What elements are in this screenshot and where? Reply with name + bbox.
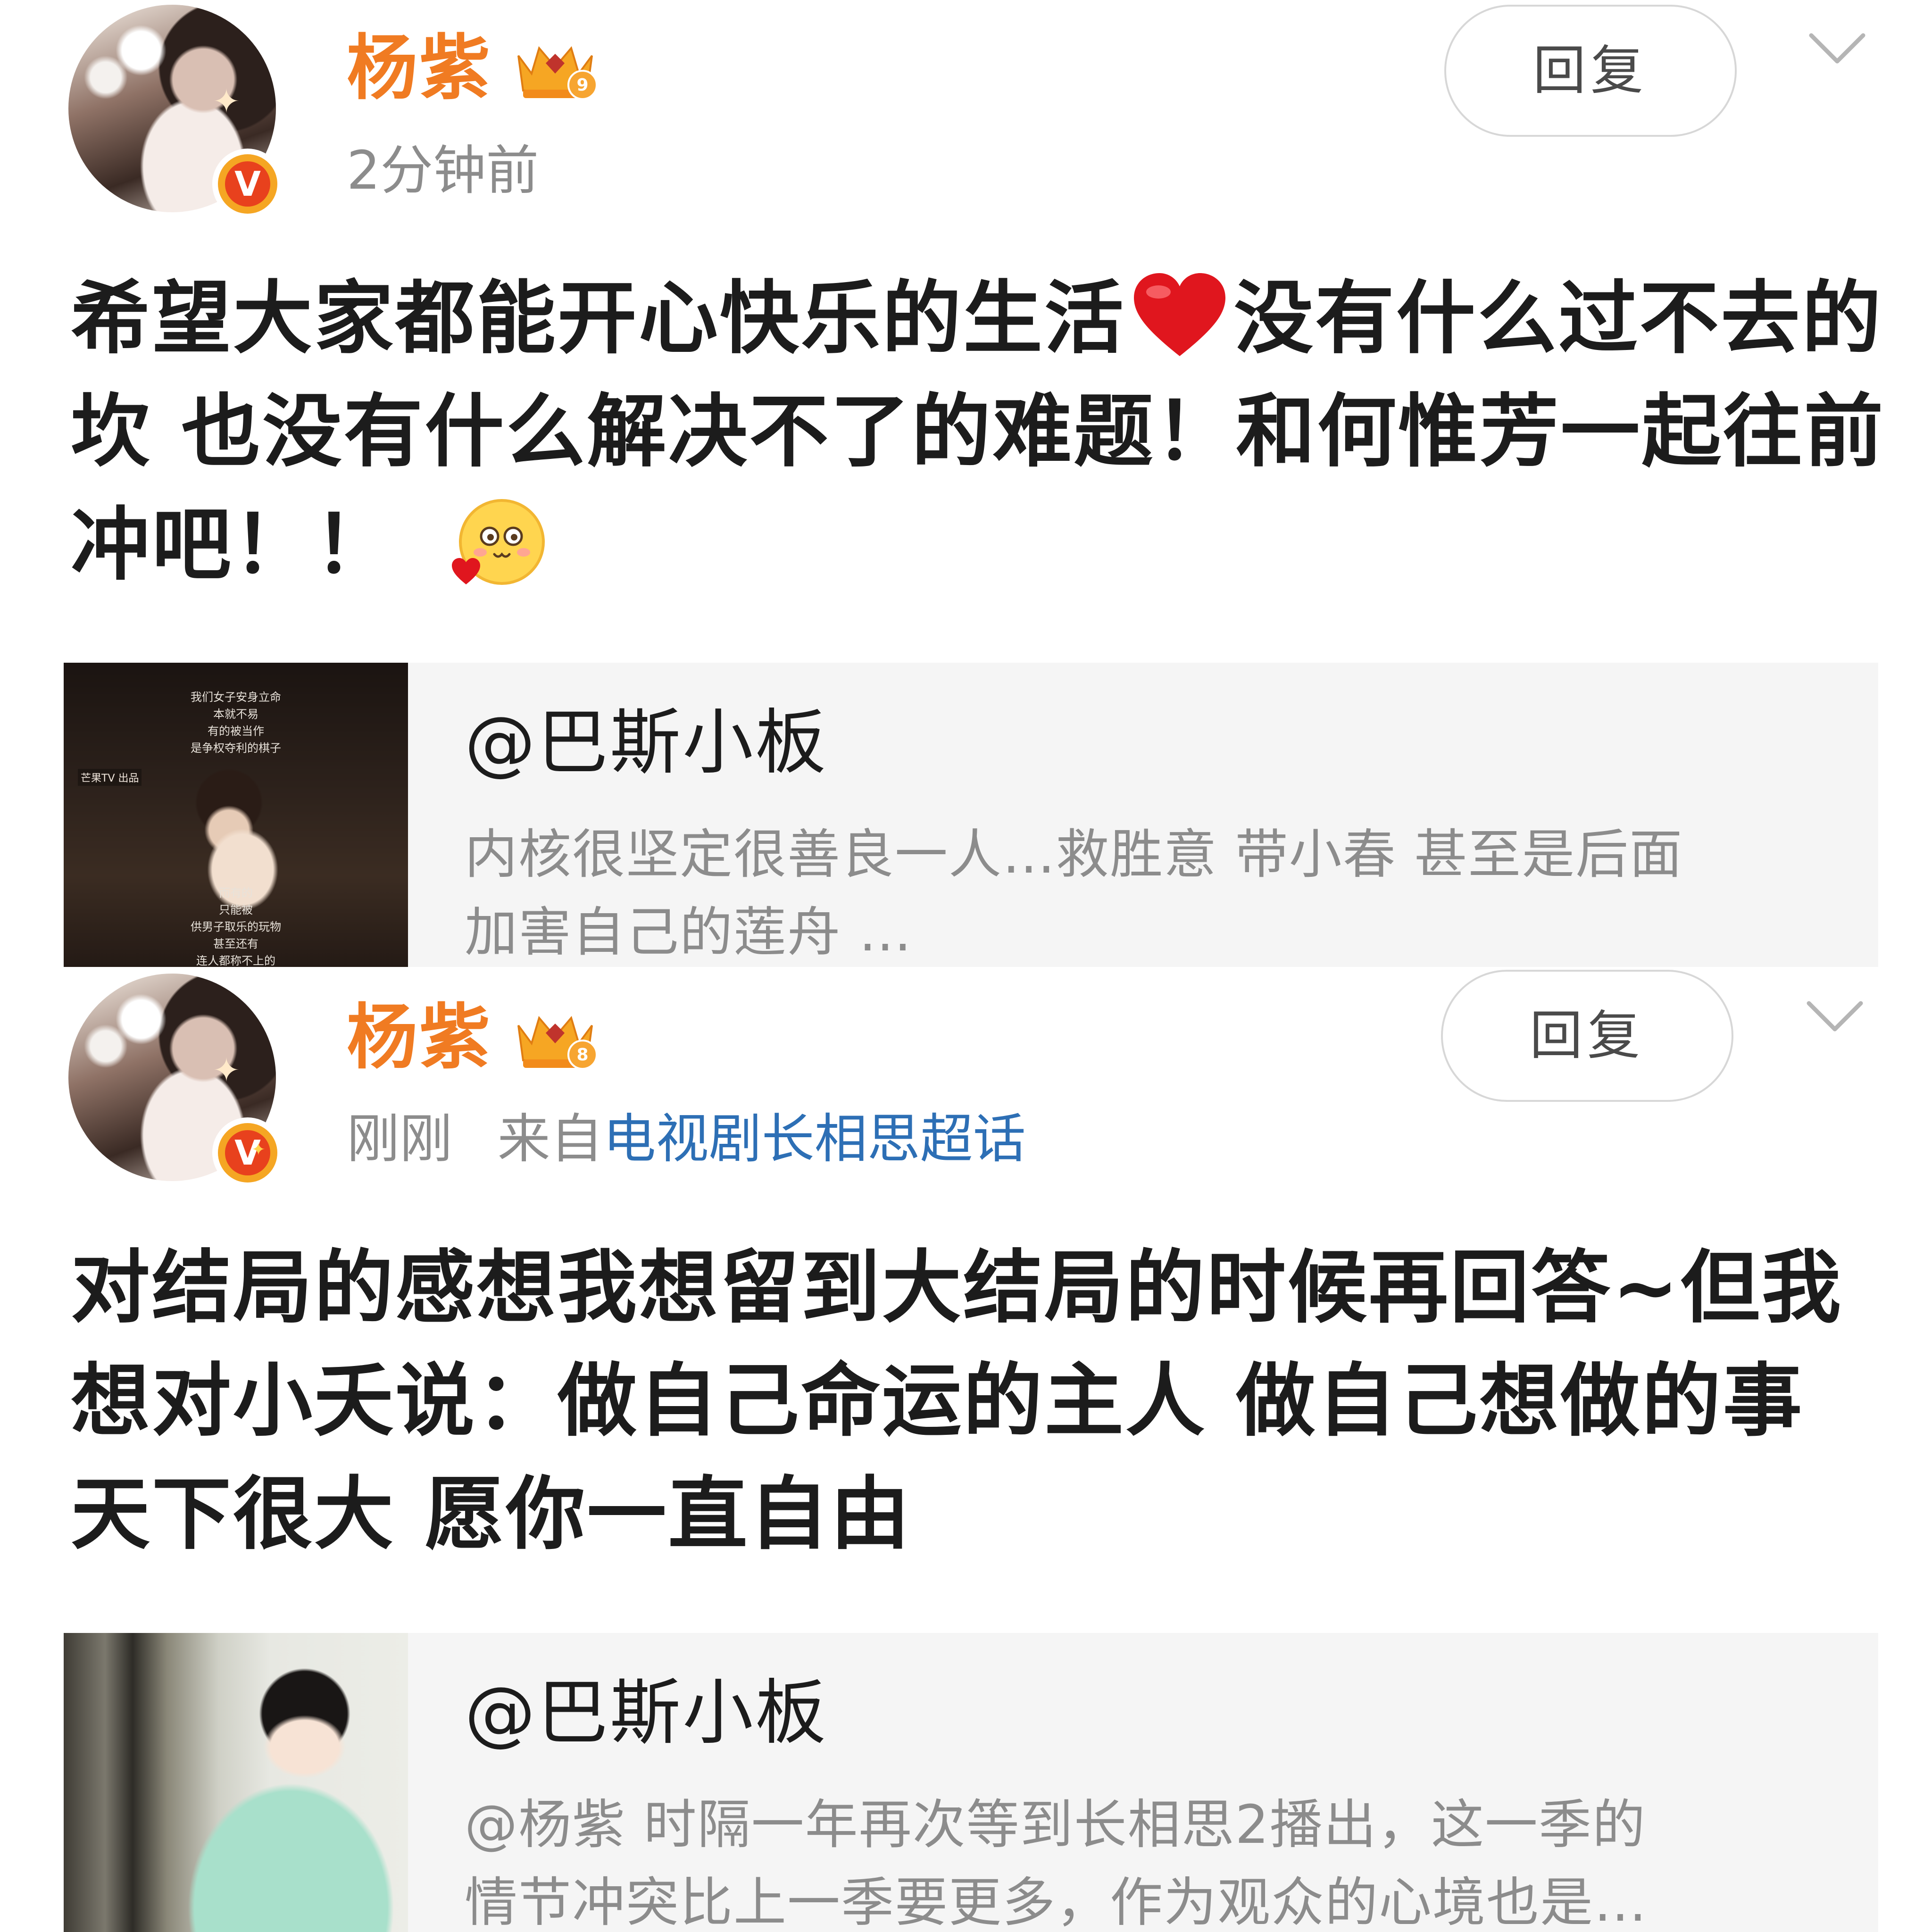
- post-timestamp: 2分钟前: [347, 140, 539, 201]
- quoted-post-text: @巴斯小板 @杨紫 时隔一年再次等到长相思2播出，这一季的 情节冲突比上一季要更…: [465, 1671, 1856, 1932]
- quoted-post-thumbnail[interactable]: [64, 1633, 408, 1932]
- thumbnail-caption-top: 我们女子安身立命 本就不易 有的被当作 是争权夺利的棋子: [191, 691, 281, 755]
- crown-level-badge-icon: 9: [512, 34, 599, 105]
- quoted-excerpt: @杨紫 时隔一年再次等到长相思2播出，这一季的 情节冲突比上一季要更多，作为观众…: [465, 1794, 1648, 1932]
- chevron-down-icon[interactable]: [1807, 28, 1868, 71]
- content-text-part1: 希望大家都能开心快乐的生活: [71, 272, 1125, 365]
- author-name[interactable]: 杨紫: [347, 1000, 492, 1075]
- comment-post-1: ✦ V 杨紫 9 2分钟前 回复 希望大家都能开心快乐的生活 没有什么过不去的坎…: [0, 0, 1932, 967]
- source-prefix: 来自: [497, 1108, 603, 1170]
- verified-v-icon: V ✦: [212, 1117, 283, 1188]
- blush-heart-face-emoji-icon: [452, 499, 545, 585]
- reply-button[interactable]: 回复: [1444, 5, 1737, 137]
- svg-text:8: 8: [576, 1045, 588, 1065]
- quoted-author[interactable]: @巴斯小板: [465, 1671, 1856, 1756]
- source-link[interactable]: 电视剧长相思超话: [603, 1108, 1026, 1170]
- quoted-author[interactable]: @巴斯小板: [465, 700, 1856, 785]
- crown-level-badge-icon: 8: [512, 1004, 599, 1074]
- sparkle-decoration: ✦: [212, 1051, 241, 1090]
- reply-button[interactable]: 回复: [1441, 970, 1733, 1102]
- user-avatar[interactable]: ✦ V ✦: [68, 974, 283, 1188]
- time-text: 2分钟前: [347, 140, 539, 201]
- thumbnail-caption-bottom: 而有的 只能被 供男子取乐的玩物 甚至还有 连人都称不上的: [191, 886, 281, 967]
- verified-v-icon: V: [212, 149, 283, 219]
- author-name[interactable]: 杨紫: [347, 31, 492, 106]
- chevron-down-icon[interactable]: [1804, 996, 1865, 1039]
- quoted-excerpt: 内核很坚定很善良一人…救胜意 带小春 甚至是后面 加害自己的莲舟 …: [465, 824, 1683, 963]
- user-avatar[interactable]: ✦ V: [68, 5, 283, 219]
- svg-text:9: 9: [576, 75, 588, 95]
- post-meta: 刚刚 来自电视剧长相思超话: [347, 1108, 1026, 1170]
- quoted-post-thumbnail[interactable]: 我们女子安身立命 本就不易 有的被当作 是争权夺利的棋子 芒果TV 出品 而有的…: [64, 663, 408, 967]
- red-heart-emoji-icon: [1134, 273, 1225, 356]
- comment-post-2: ✦ V ✦ 杨紫 8 刚刚 来自电视剧长相思超话 回复 对结局的感想我想留到大结局…: [0, 967, 1932, 1932]
- quoted-post-card[interactable]: @巴斯小板 @杨紫 时隔一年再次等到长相思2播出，这一季的 情节冲突比上一季要更…: [64, 1633, 1878, 1932]
- post-content: 对结局的感想我想留到大结局的时候再回答~但我想对小夭说：做自己命运的主人 做自己…: [71, 1241, 1843, 1560]
- post-content: 希望大家都能开心快乐的生活 没有什么过不去的坎 也没有什么解决不了的难题！和何惟…: [71, 262, 1887, 601]
- sparkle-decoration: ✦: [212, 82, 241, 121]
- quoted-post-text: @巴斯小板 内核很坚定很善良一人…救胜意 带小春 甚至是后面 加害自己的莲舟 …: [465, 700, 1856, 967]
- quoted-post-card[interactable]: 我们女子安身立命 本就不易 有的被当作 是争权夺利的棋子 芒果TV 出品 而有的…: [64, 663, 1878, 967]
- thumbnail-logo: 芒果TV 出品: [78, 769, 142, 786]
- time-text: 刚刚: [347, 1108, 452, 1170]
